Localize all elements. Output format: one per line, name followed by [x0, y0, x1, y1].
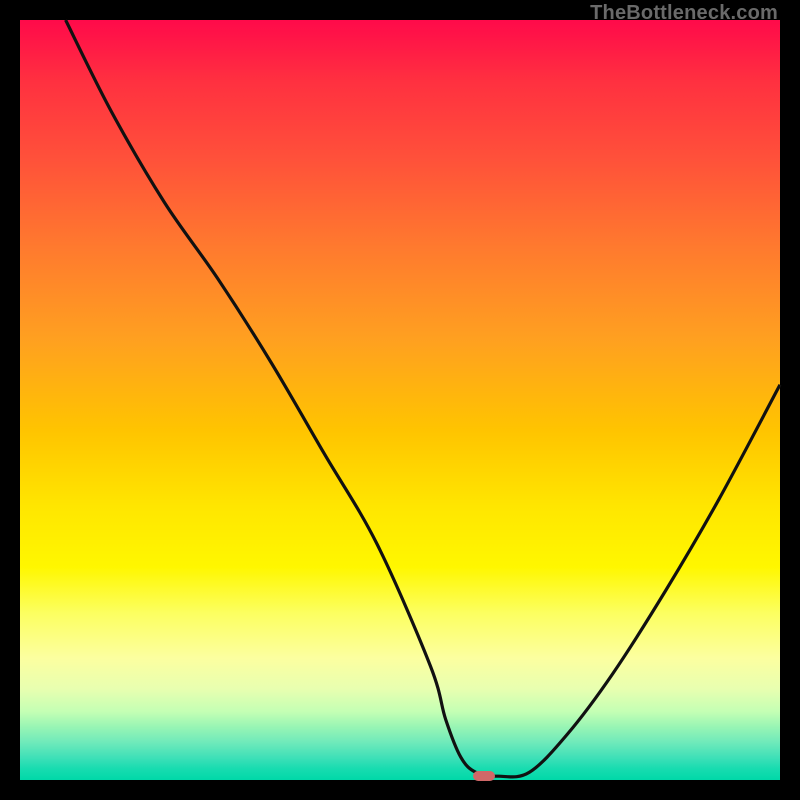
chart-container: TheBottleneck.com — [0, 0, 800, 800]
optimum-marker — [473, 771, 495, 781]
bottleneck-curve — [20, 20, 780, 780]
plot-area — [20, 20, 780, 780]
